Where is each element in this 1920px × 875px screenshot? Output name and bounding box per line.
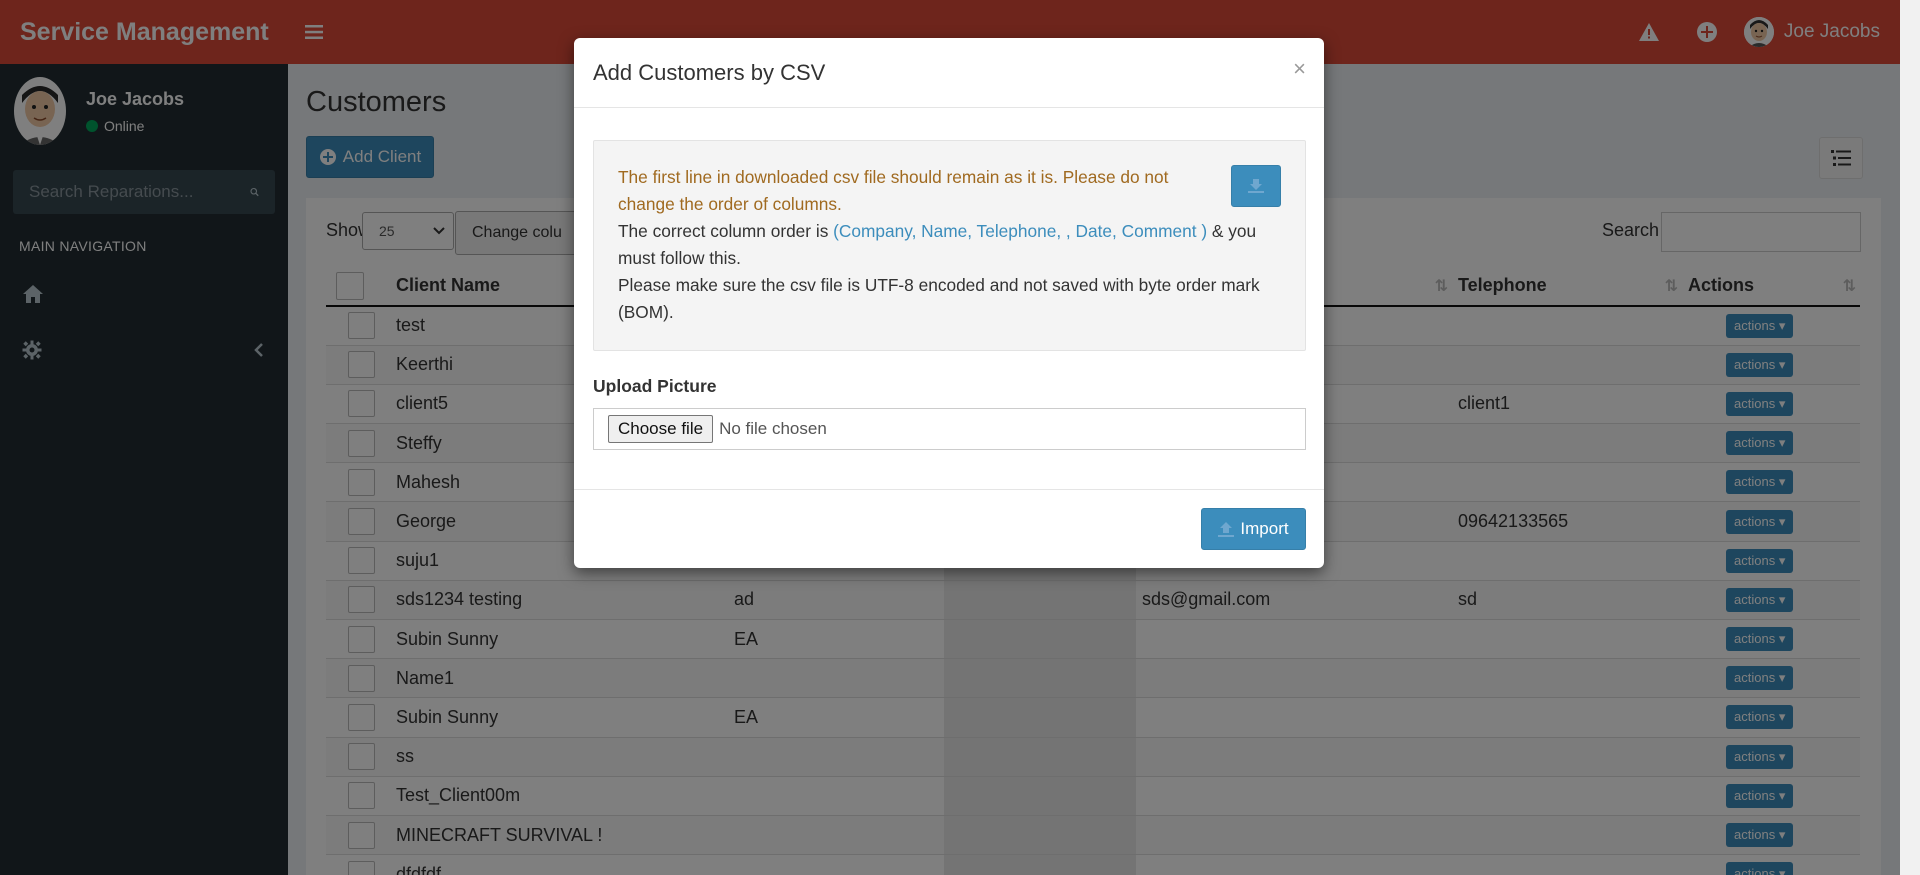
choose-file-button[interactable]: Choose file <box>608 415 714 443</box>
file-status: No file chosen <box>719 419 827 438</box>
download-icon <box>1248 179 1264 193</box>
csv-warning-text: The first line in downloaded csv file sh… <box>618 167 1169 214</box>
close-icon[interactable]: × <box>1293 56 1306 82</box>
csv-instructions: The first line in downloaded csv file sh… <box>593 140 1306 351</box>
import-label: Import <box>1240 519 1289 538</box>
encoding-note: Please make sure the csv file is UTF-8 e… <box>618 275 1260 322</box>
column-order-prefix: The correct column order is <box>618 221 834 241</box>
modal-title: Add Customers by CSV <box>593 59 826 85</box>
import-button[interactable]: Import <box>1201 508 1306 550</box>
upload-icon <box>1218 522 1235 537</box>
page-scrollbar[interactable] <box>1900 0 1920 875</box>
column-order-text: The correct column order is (Company, Na… <box>618 218 1281 272</box>
modal-footer: Import <box>574 489 1324 568</box>
csv-import-modal: Add Customers by CSV × The first line in… <box>574 38 1324 568</box>
file-input[interactable]: Choose file No file chosen <box>593 408 1306 450</box>
column-order-list: (Company, Name, Telephone, , Date, Comme… <box>833 221 1208 241</box>
download-template-button[interactable] <box>1231 165 1281 207</box>
upload-label: Upload Picture <box>593 376 717 396</box>
modal-header: Add Customers by CSV × <box>574 38 1324 108</box>
